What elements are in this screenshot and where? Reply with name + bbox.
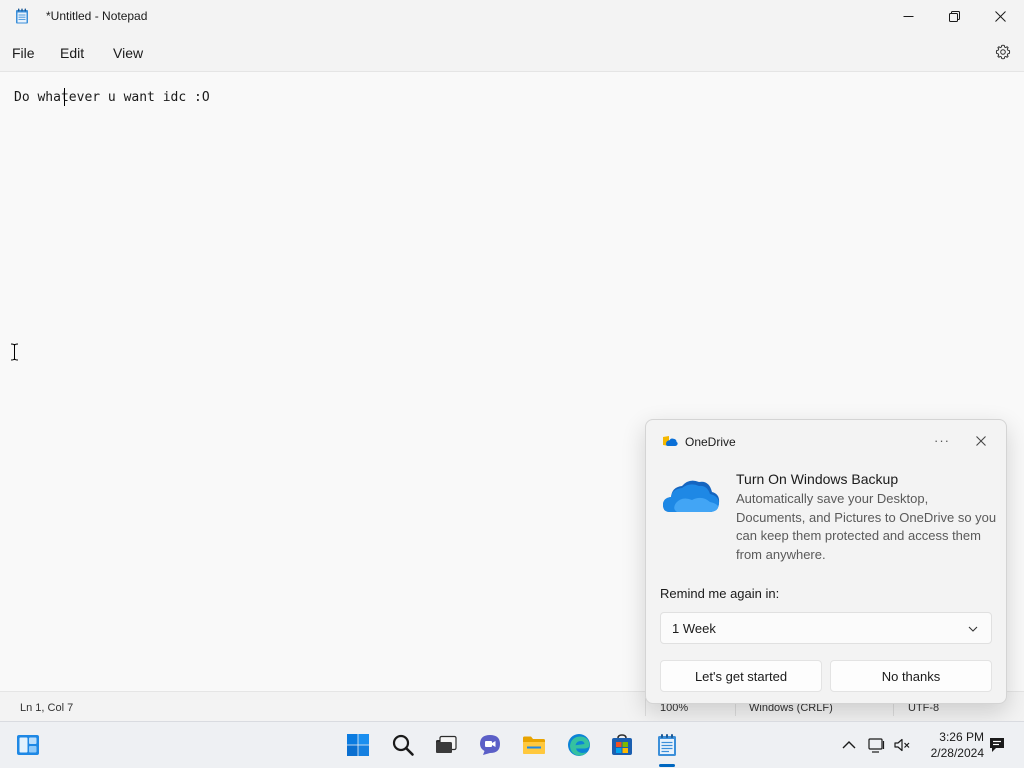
menu-file[interactable]: File (12, 45, 35, 61)
onedrive-cloud-icon (663, 480, 720, 512)
menu-bar: File Edit View (0, 32, 1024, 72)
text-caret (64, 88, 65, 106)
minimize-icon (903, 15, 913, 17)
notepad-app-icon (16, 8, 28, 24)
file-explorer-icon[interactable] (522, 733, 546, 757)
system-clock[interactable]: 3:26 PM 2/28/2024 (922, 729, 984, 761)
search-icon[interactable] (391, 733, 415, 757)
toast-app-name: OneDrive (685, 435, 736, 449)
edge-icon[interactable] (567, 733, 591, 757)
display-icon[interactable] (868, 736, 886, 754)
menu-edit[interactable]: Edit (60, 45, 84, 61)
editor-content[interactable]: Do whatever u want idc :O (14, 90, 210, 105)
minimize-button[interactable] (885, 0, 931, 32)
lets-get-started-button[interactable]: Let's get started (660, 660, 822, 692)
remind-selected-value: 1 Week (672, 621, 716, 636)
volume-muted-icon[interactable] (893, 736, 911, 754)
restore-icon (948, 10, 960, 22)
clock-date: 2/28/2024 (930, 746, 984, 760)
no-thanks-button[interactable]: No thanks (830, 660, 992, 692)
ibeam-cursor-icon (10, 343, 19, 361)
toast-body: Automatically save your Desktop, Documen… (736, 491, 997, 562)
close-window-button[interactable] (977, 0, 1023, 32)
task-view-icon[interactable] (434, 733, 458, 757)
start-icon[interactable] (346, 733, 370, 757)
notification-center-icon[interactable] (988, 736, 1006, 754)
store-icon[interactable] (610, 733, 634, 757)
toast-close-icon[interactable] (972, 432, 990, 450)
title-bar: *Untitled - Notepad (0, 0, 1024, 32)
menu-view[interactable]: View (113, 45, 143, 61)
widgets-icon[interactable] (16, 733, 40, 757)
gear-icon[interactable] (995, 44, 1011, 60)
teams-chat-icon[interactable] (478, 733, 502, 757)
remind-dropdown[interactable]: 1 Week (660, 612, 992, 644)
chevron-up-icon[interactable] (840, 736, 858, 754)
window-title: *Untitled - Notepad (46, 9, 148, 23)
toast-heading: Turn On Windows Backup (736, 471, 899, 487)
notepad-icon[interactable] (655, 733, 679, 757)
restore-button[interactable] (931, 0, 977, 32)
onedrive-notification: OneDrive ··· Turn On Windows Backup Auto… (645, 419, 1007, 704)
chevron-down-icon (968, 626, 978, 632)
taskbar: 3:26 PM 2/28/2024 (0, 721, 1024, 768)
more-options-button[interactable]: ··· (932, 430, 952, 450)
close-icon (994, 10, 1006, 22)
onedrive-small-icon (663, 436, 678, 446)
clock-time: 3:26 PM (939, 730, 984, 744)
active-app-indicator (659, 764, 675, 767)
remind-label: Remind me again in: (660, 586, 780, 601)
cursor-position: Ln 1, Col 7 (20, 702, 74, 714)
